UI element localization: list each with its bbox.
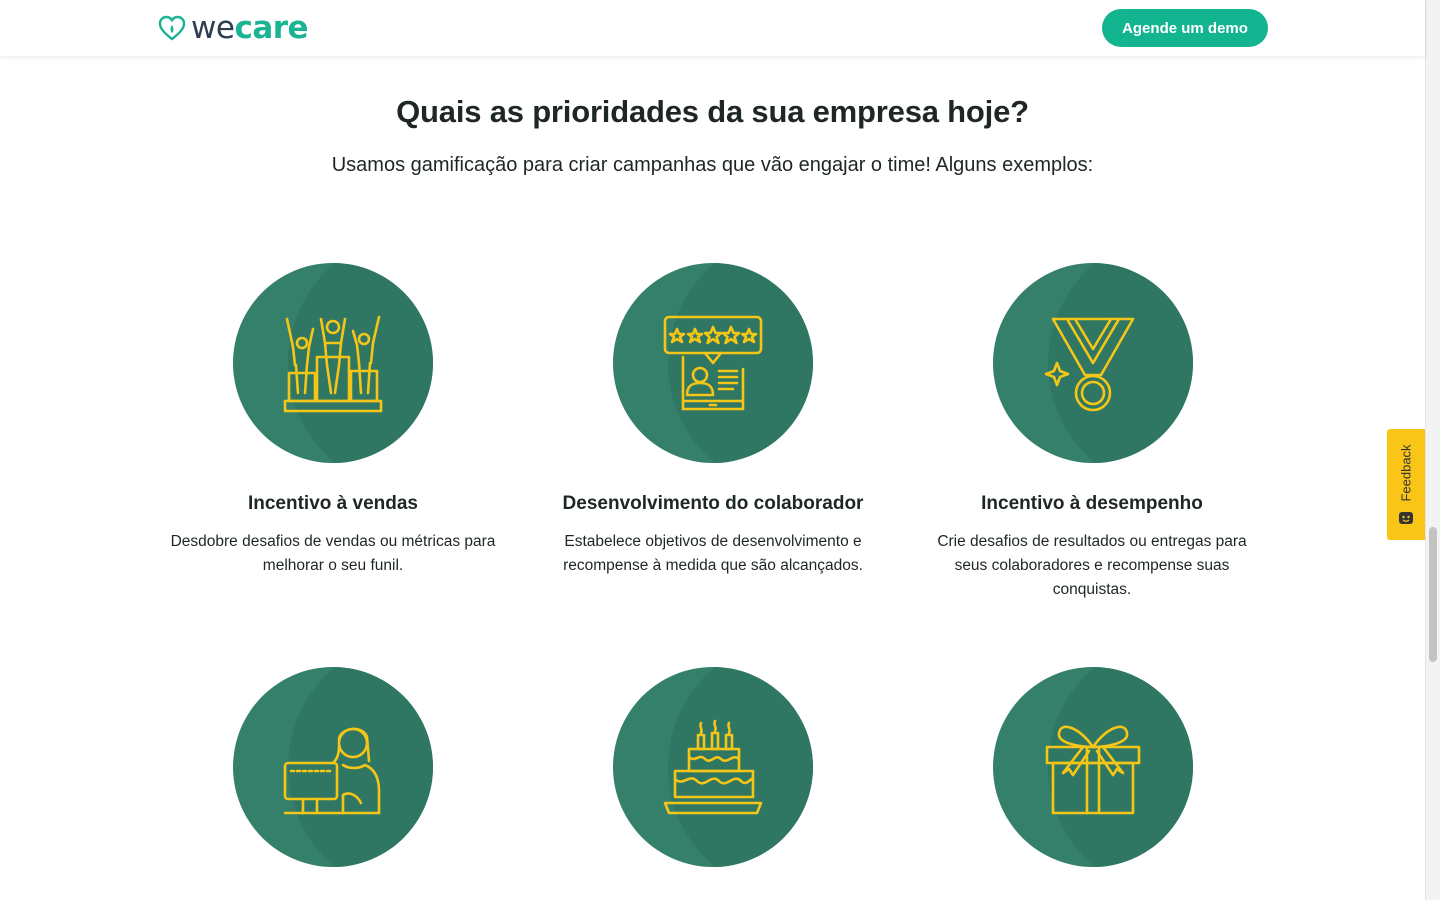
wecare-logo[interactable]: we care <box>157 10 309 46</box>
remote-worker-icon <box>233 667 433 867</box>
card-description: Crie desafios de resultados ou entregas … <box>937 533 1247 598</box>
medal-icon <box>993 263 1193 463</box>
section-title: Quais as prioridades da sua empresa hoje… <box>396 94 1029 129</box>
heart-logo-icon <box>158 15 186 41</box>
card-title: Desenvolvimento do colaborador <box>562 493 864 514</box>
schedule-demo-button[interactable]: Agende um demo <box>1102 9 1268 47</box>
logo-text-we: we <box>191 10 235 46</box>
card-description: Desdobre desafios de vendas ou métricas … <box>170 533 496 574</box>
feedback-label: Feedback <box>1398 444 1414 502</box>
chat-icon <box>1399 512 1413 524</box>
feedback-tab[interactable]: Feedback <box>1387 429 1425 540</box>
section-subtitle: Usamos gamificação para criar campanhas … <box>331 154 1094 176</box>
logo-text-care: care <box>234 10 309 46</box>
card-title: Incentivo à vendas <box>247 493 418 514</box>
site-header: we care Agende um demo <box>0 0 1425 56</box>
podium-winners-icon <box>233 263 433 463</box>
card-title: Incentivo à desempenho <box>981 493 1203 514</box>
scrollbar-thumb[interactable] <box>1429 527 1437 662</box>
rating-review-icon <box>613 263 813 463</box>
card-description: Estabelece objetivos de desenvolvimento … <box>563 533 863 574</box>
page-scrollbar[interactable] <box>1425 0 1440 900</box>
birthday-cake-icon <box>613 667 813 867</box>
gift-box-icon <box>993 667 1193 867</box>
